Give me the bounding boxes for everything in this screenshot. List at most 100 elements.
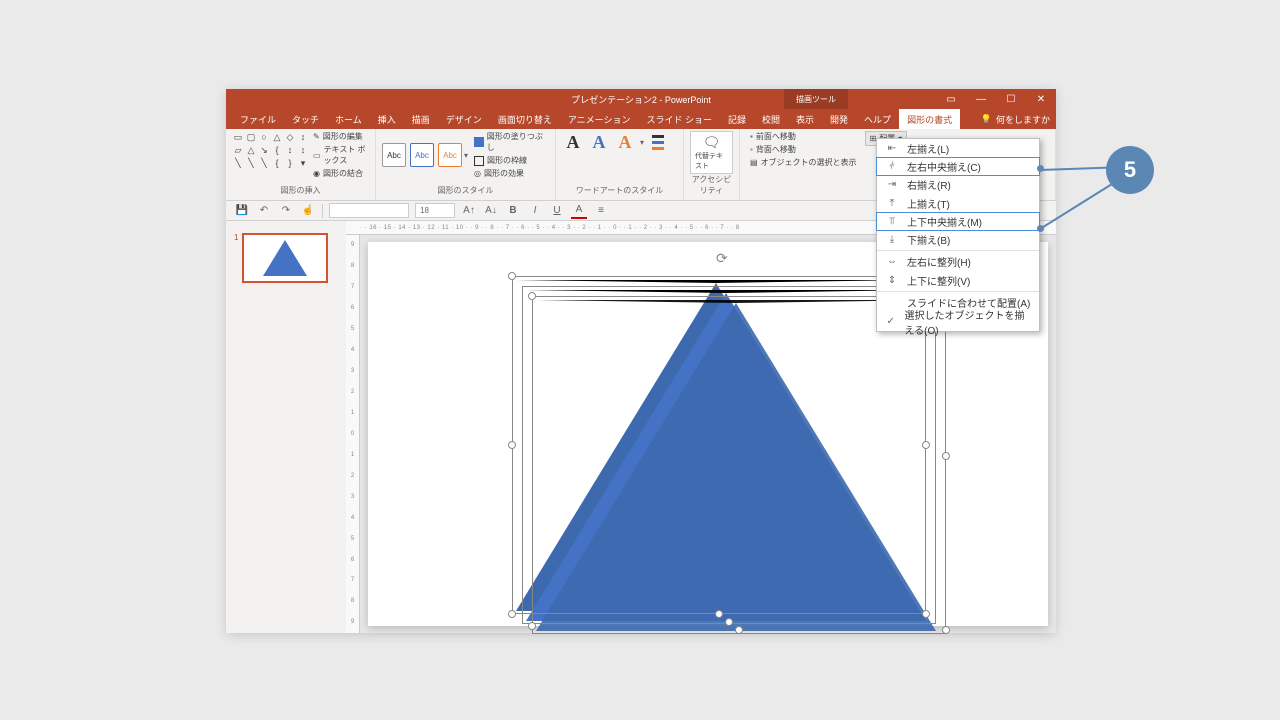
tell-me-label: 何をしますか	[996, 113, 1050, 126]
tab-slideshow[interactable]: スライド ショー	[638, 109, 720, 129]
slide-thumbnail-1[interactable]	[242, 233, 328, 283]
send-backward-button[interactable]: ▪背面へ移動	[750, 144, 857, 155]
close-button[interactable]: ✕	[1026, 89, 1056, 109]
align-right-icon: ⇥	[885, 178, 899, 192]
font-size-combo[interactable]: 18	[415, 203, 455, 218]
decrease-font-icon[interactable]: A↓	[483, 203, 499, 219]
resize-handle[interactable]	[715, 610, 723, 618]
blank-icon	[885, 296, 899, 310]
bold-icon[interactable]: B	[505, 203, 521, 219]
align-center-h-icon: ⫩	[885, 160, 899, 174]
distribute-h-icon: ⇔	[885, 255, 899, 269]
underline-icon[interactable]: U	[549, 203, 565, 219]
powerpoint-window: プレゼンテーション2 - PowerPoint 描画ツール ▭ — ☐ ✕ ファ…	[226, 89, 1056, 633]
menu-align-to-selected[interactable]: ✓選択したオブジェクトを揃える(O)	[877, 312, 1039, 331]
resize-handle[interactable]	[508, 441, 516, 449]
tab-record[interactable]: 記録	[720, 109, 754, 129]
menu-align-center-h[interactable]: ⫩左右中央揃え(C)	[876, 157, 1040, 176]
align-top-icon: ⤒	[885, 197, 899, 211]
callout-dot	[1037, 165, 1044, 172]
group-label-shape-insert: 図形の挿入	[232, 185, 369, 198]
align-menu: ⇤左揃え(L) ⫩左右中央揃え(C) ⇥右揃え(R) ⤒上揃え(T) ⫪上下中央…	[876, 138, 1040, 332]
tab-design[interactable]: デザイン	[438, 109, 490, 129]
tab-help[interactable]: ヘルプ	[856, 109, 899, 129]
menu-align-bottom[interactable]: ⤓下揃え(B)	[877, 230, 1039, 249]
minimize-button[interactable]: —	[966, 89, 996, 109]
resize-handle[interactable]	[528, 292, 536, 300]
tab-file[interactable]: ファイル	[232, 109, 284, 129]
resize-handle[interactable]	[942, 452, 950, 460]
shape-effects-button[interactable]: ◎図形の効果	[474, 168, 549, 179]
tab-view[interactable]: 表示	[788, 109, 822, 129]
selection-box-3	[532, 296, 946, 634]
menu-align-left[interactable]: ⇤左揃え(L)	[877, 139, 1039, 158]
resize-handle[interactable]	[922, 610, 930, 618]
font-color-icon[interactable]: A	[571, 203, 587, 219]
window-title: プレゼンテーション2 - PowerPoint	[571, 93, 711, 106]
group-label-shape-style: 図形のスタイル	[382, 185, 549, 198]
font-name-combo[interactable]	[329, 203, 409, 218]
align-left-icon: ⇤	[885, 142, 899, 156]
resize-handle[interactable]	[725, 618, 733, 626]
menu-align-right[interactable]: ⇥右揃え(R)	[877, 175, 1039, 194]
tab-touch[interactable]: タッチ	[284, 109, 327, 129]
slide-thumbnails-panel: 1	[226, 221, 346, 633]
align-bottom-icon: ⤓	[885, 233, 899, 247]
vertical-ruler: 9876543210123456789	[346, 235, 360, 633]
menu-distribute-h[interactable]: ⇔左右に整列(H)	[877, 252, 1039, 271]
wordart-gallery[interactable]: A A A ▾	[562, 131, 677, 153]
tab-animations[interactable]: アニメーション	[560, 109, 639, 129]
distribute-v-icon: ⇕	[885, 274, 899, 288]
shape-style-gallery[interactable]: Abc Abc Abc	[382, 143, 462, 167]
ribbon-tabs: ファイル タッチ ホーム 挿入 描画 デザイン 画面切り替え アニメーション ス…	[226, 109, 1056, 129]
tab-developer[interactable]: 開発	[822, 109, 856, 129]
touch-mode-icon[interactable]: ☝	[300, 203, 316, 219]
resize-handle[interactable]	[735, 626, 743, 634]
callout-badge-5: 5	[1106, 146, 1154, 194]
bring-forward-button[interactable]: ▪前面へ移動	[750, 131, 857, 142]
rotation-handle-icon[interactable]: ⟳	[716, 250, 736, 270]
tab-transitions[interactable]: 画面切り替え	[490, 109, 560, 129]
text-outline-button[interactable]	[652, 140, 664, 144]
resize-handle[interactable]	[942, 626, 950, 634]
undo-icon[interactable]: ↶	[256, 203, 272, 219]
resize-handle[interactable]	[528, 622, 536, 630]
align-center-v-icon: ⫪	[885, 215, 899, 229]
merge-shapes-button[interactable]: ◉図形の結合	[313, 168, 369, 179]
text-effects-button[interactable]	[652, 146, 664, 150]
redo-icon[interactable]: ↷	[278, 203, 294, 219]
menu-align-top[interactable]: ⤒上揃え(T)	[877, 194, 1039, 213]
group-label-wordart: ワードアートのスタイル	[562, 185, 677, 198]
tab-home[interactable]: ホーム	[327, 109, 370, 129]
edit-shape-button[interactable]: ✎図形の編集	[313, 131, 369, 142]
callout-dot	[1037, 225, 1044, 232]
resize-handle[interactable]	[508, 272, 516, 280]
menu-align-center-v[interactable]: ⫪上下中央揃え(M)	[876, 212, 1040, 231]
ribbon-opts-icon[interactable]: ▭	[936, 89, 966, 109]
check-icon: ✓	[885, 315, 896, 329]
text-fill-button[interactable]	[652, 134, 664, 138]
save-icon[interactable]: 💾	[234, 203, 250, 219]
resize-handle[interactable]	[922, 441, 930, 449]
thumb-triangle-icon	[263, 240, 307, 276]
contextual-tab-label: 描画ツール	[784, 89, 848, 109]
group-label-accessibility: アクセシビリティ	[690, 174, 733, 198]
text-box-button[interactable]: ▭テキスト ボックス	[313, 144, 369, 166]
resize-handle[interactable]	[508, 610, 516, 618]
tab-insert[interactable]: 挿入	[370, 109, 404, 129]
selection-pane-button[interactable]: ▤オブジェクトの選択と表示	[750, 157, 857, 168]
thumb-number: 1	[234, 233, 238, 283]
shape-outline-button[interactable]: 図形の枠線	[474, 155, 549, 166]
tab-draw[interactable]: 描画	[404, 109, 438, 129]
maximize-button[interactable]: ☐	[996, 89, 1026, 109]
increase-font-icon[interactable]: A↑	[461, 203, 477, 219]
shape-fill-button[interactable]: 図形の塗りつぶし	[474, 131, 549, 153]
tell-me-search[interactable]: 💡 何をしますか	[981, 113, 1050, 126]
italic-icon[interactable]: I	[527, 203, 543, 219]
tab-review[interactable]: 校閲	[754, 109, 788, 129]
shape-gallery[interactable]: ▭▢○△◇↕ ▱△↘{↕↕ ╲╲╲{}▾	[232, 131, 309, 179]
tab-shape-format[interactable]: 図形の書式	[899, 109, 960, 129]
alt-text-button[interactable]: 🗨 代替テキスト	[690, 131, 733, 174]
align-left-icon[interactable]: ≡	[593, 203, 609, 219]
menu-distribute-v[interactable]: ⇕上下に整列(V)	[877, 271, 1039, 290]
